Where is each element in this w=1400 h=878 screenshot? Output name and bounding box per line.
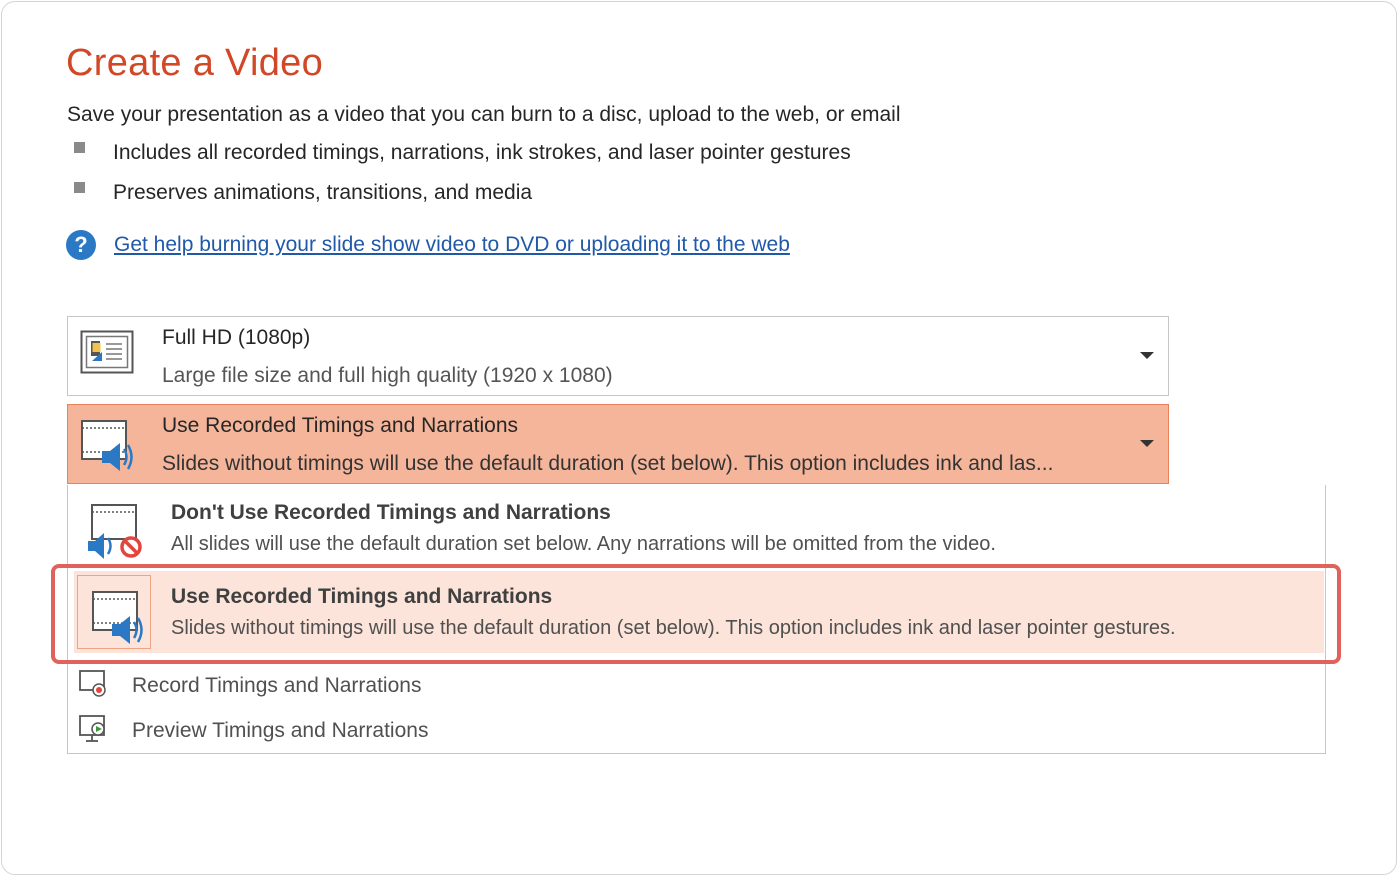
bullet-text: Includes all recorded timings, narration… bbox=[113, 141, 851, 164]
bullet-item: Includes all recorded timings, narration… bbox=[74, 141, 851, 165]
timings-dropdown[interactable]: Use Recorded Timings and Narrations Slid… bbox=[67, 404, 1169, 484]
quality-dropdown[interactable]: Full HD (1080p) Large file size and full… bbox=[67, 316, 1169, 396]
bullet-text: Preserves animations, transitions, and m… bbox=[113, 181, 533, 204]
bullet-item: Preserves animations, transitions, and m… bbox=[74, 181, 532, 205]
help-row: ? Get help burning your slide show video… bbox=[66, 230, 790, 260]
presentation-quality-icon bbox=[80, 330, 134, 379]
record-timings-item[interactable]: Record Timings and Narrations bbox=[78, 668, 421, 703]
preview-icon bbox=[78, 713, 108, 748]
timings-title: Use Recorded Timings and Narrations bbox=[162, 414, 518, 437]
chevron-down-icon[interactable] bbox=[1140, 440, 1154, 447]
page-title: Create a Video bbox=[66, 42, 324, 84]
chevron-down-icon[interactable] bbox=[1140, 352, 1154, 359]
option-dont-use-timings[interactable]: Don't Use Recorded Timings and Narration… bbox=[74, 487, 1324, 569]
record-timings-label: Record Timings and Narrations bbox=[132, 673, 422, 697]
record-icon bbox=[78, 668, 108, 703]
help-link[interactable]: Get help burning your slide show video t… bbox=[114, 233, 790, 257]
quality-description: Large file size and full high quality (1… bbox=[162, 364, 613, 387]
quality-title: Full HD (1080p) bbox=[162, 326, 311, 349]
timings-narrations-icon bbox=[80, 417, 136, 480]
option-description: All slides will use the default duration… bbox=[171, 533, 996, 555]
bullet-square-icon bbox=[74, 181, 85, 193]
timings-description: Slides without timings will use the defa… bbox=[162, 452, 1054, 475]
intro-text: Save your presentation as a video that y… bbox=[67, 103, 901, 126]
selection-highlight bbox=[51, 564, 1341, 664]
preview-timings-label: Preview Timings and Narrations bbox=[132, 718, 429, 742]
preview-timings-item[interactable]: Preview Timings and Narrations bbox=[78, 713, 428, 748]
no-narrations-icon bbox=[77, 491, 151, 565]
question-icon: ? bbox=[66, 230, 96, 260]
option-title: Don't Use Recorded Timings and Narration… bbox=[171, 501, 611, 524]
bullet-square-icon bbox=[74, 141, 85, 153]
